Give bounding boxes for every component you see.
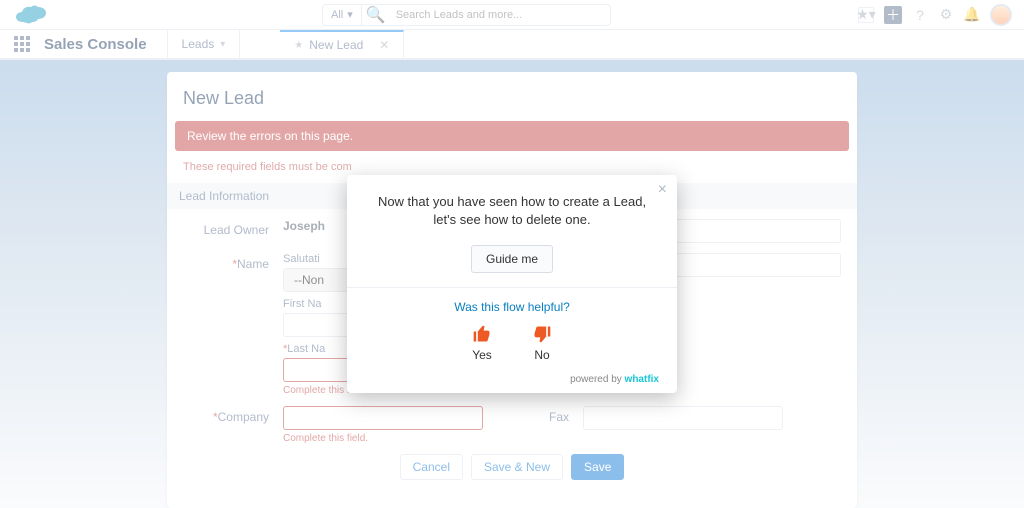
whatfix-modal: × Now that you have seen how to create a… (347, 175, 677, 393)
guide-me-button[interactable]: Guide me (471, 245, 553, 273)
feedback-yes[interactable]: Yes (472, 324, 492, 362)
helpful-prompt: Was this flow helpful? (365, 300, 659, 314)
thumbs-up-icon (472, 324, 492, 344)
close-icon[interactable]: × (658, 181, 667, 199)
feedback-no[interactable]: No (532, 324, 552, 362)
powered-by: powered by whatfix (365, 368, 659, 385)
modal-message: Now that you have seen how to create a L… (365, 193, 659, 229)
thumbs-down-icon (532, 324, 552, 344)
